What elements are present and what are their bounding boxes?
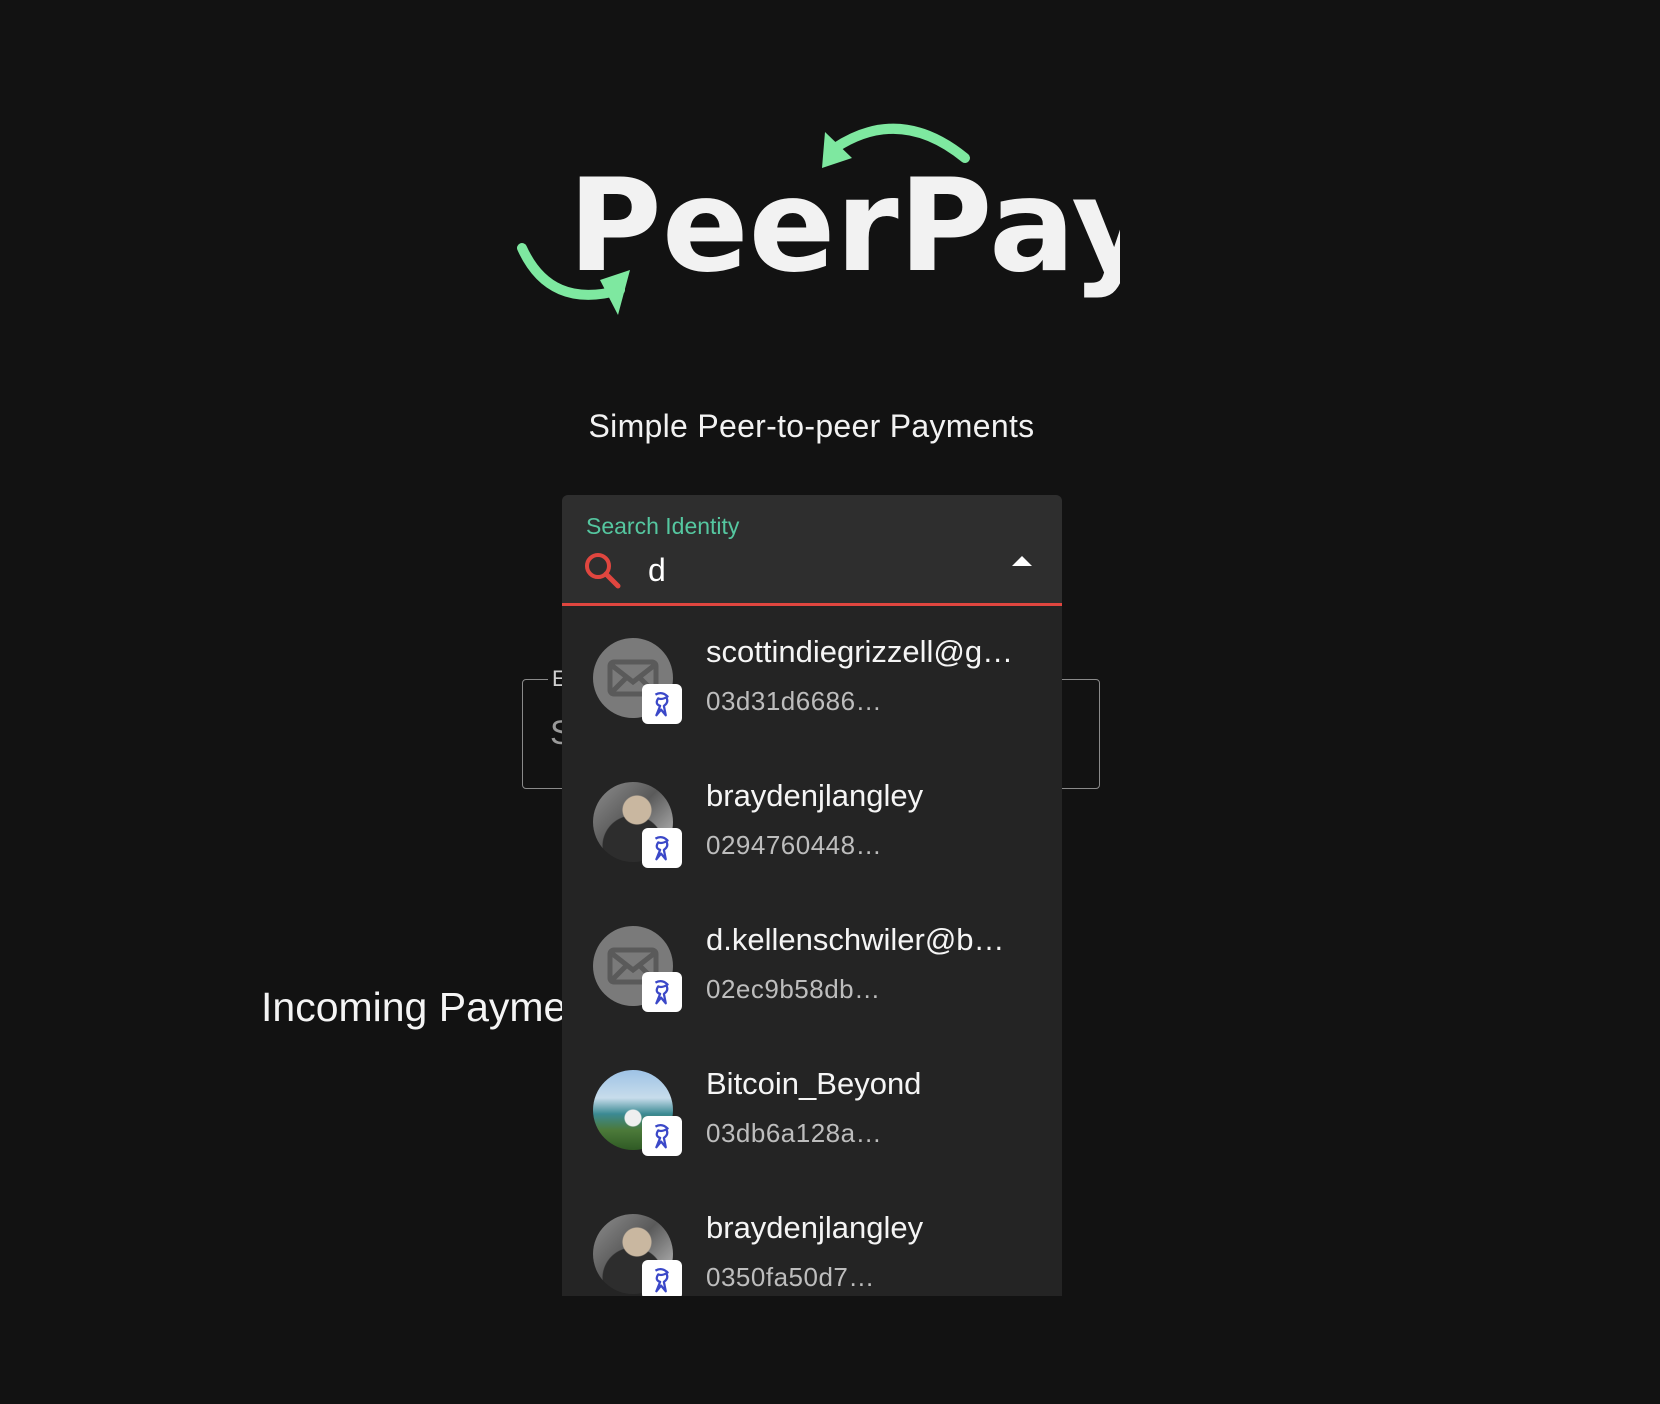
identity-name: Bitcoin_Beyond — [706, 1066, 922, 1101]
identity-name: braydenjlangley — [706, 778, 924, 813]
close-dropdown-button[interactable] — [1004, 543, 1040, 579]
identity-result-item[interactable]: braydenjlangley 0294760448… — [562, 750, 1062, 894]
identity-key: 03d31d6686… — [706, 686, 883, 716]
identity-badge-icon — [642, 1116, 682, 1156]
identity-result-item[interactable]: scottindiegrizzell@g… 03d31d6686… — [562, 606, 1062, 750]
identity-badge-icon — [642, 1260, 682, 1296]
identity-badge-icon — [642, 972, 682, 1012]
search-input[interactable] — [648, 550, 978, 590]
identity-name: braydenjlangley — [706, 1210, 924, 1245]
incoming-payments-heading: Incoming Payme — [261, 984, 567, 1030]
identity-badge-icon — [642, 828, 682, 868]
peerpay-logo: PeerPay — [517, 123, 1120, 315]
identity-name: d.kellenschwiler@b… — [706, 922, 1005, 957]
search-identity-field[interactable]: Search Identity — [562, 495, 1062, 606]
identity-key: 0294760448… — [706, 830, 883, 860]
tagline: Simple Peer-to-peer Payments — [588, 408, 1035, 444]
arrow-up-icon — [1012, 556, 1032, 566]
page: PeerPay Simple Peer-to-peer Payments E S… — [0, 0, 1660, 1404]
identity-key: 02ec9b58db… — [706, 974, 881, 1004]
search-icon — [585, 553, 621, 589]
identity-name: scottindiegrizzell@g… — [706, 634, 1014, 669]
identity-key: 0350fa50d7… — [706, 1262, 875, 1292]
identity-key: 03db6a128a… — [706, 1118, 883, 1148]
search-identity-label: Search Identity — [586, 513, 740, 539]
identity-result-item[interactable]: d.kellenschwiler@b… 02ec9b58db… — [562, 894, 1062, 1038]
identity-badge-icon — [642, 684, 682, 724]
identity-results-list: scottindiegrizzell@g… 03d31d6686… brayde… — [562, 606, 1062, 1296]
identity-result-item[interactable]: Bitcoin_Beyond 03db6a128a… — [562, 1038, 1062, 1182]
identity-result-item[interactable]: braydenjlangley 0350fa50d7… — [562, 1182, 1062, 1296]
logo-text: PeerPay — [568, 152, 1120, 301]
